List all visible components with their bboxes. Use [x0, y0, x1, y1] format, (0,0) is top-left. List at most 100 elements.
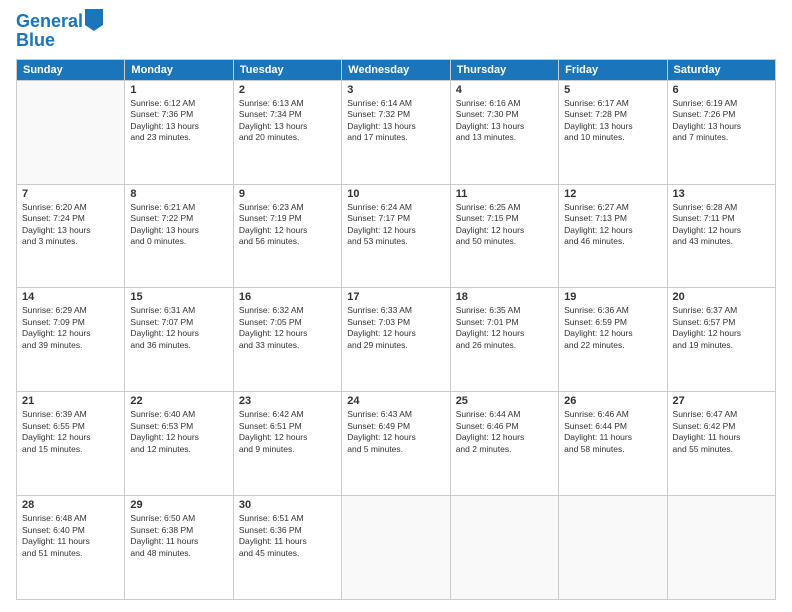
calendar-week-row: 28Sunrise: 6:48 AM Sunset: 6:40 PM Dayli…	[17, 496, 776, 600]
calendar-week-row: 1 Sunrise: 6:12 AM Sunset: 7:36 PM Daylig…	[17, 80, 776, 184]
calendar-cell: 14 Sunrise: 6:29 AM Sunset: 7:09 PM Dayli…	[17, 288, 125, 392]
calendar-cell: 11 Sunrise: 6:25 AM Sunset: 7:15 PM Dayli…	[450, 184, 558, 288]
day-number: 29	[130, 499, 227, 511]
weekday-header: Thursday	[450, 59, 558, 80]
logo-icon	[85, 9, 103, 31]
calendar-cell: 30Sunrise: 6:51 AM Sunset: 6:36 PM Dayli…	[233, 496, 341, 600]
calendar-cell: 1 Sunrise: 6:12 AM Sunset: 7:36 PM Daylig…	[125, 80, 233, 184]
cell-content: Sunrise: 6:32 AM Sunset: 7:05 PM Dayligh…	[239, 305, 336, 351]
calendar-cell: 22 Sunrise: 6:40 AM Sunset: 6:53 PM Dayli…	[125, 392, 233, 496]
cell-content: Sunrise: 6:39 AM Sunset: 6:55 PM Dayligh…	[22, 409, 119, 455]
cell-content: Sunrise: 6:16 AM Sunset: 7:30 PM Dayligh…	[456, 98, 553, 144]
cell-content: Sunrise: 6:13 AM Sunset: 7:34 PM Dayligh…	[239, 98, 336, 144]
calendar-cell: 4 Sunrise: 6:16 AM Sunset: 7:30 PM Daylig…	[450, 80, 558, 184]
cell-content: Sunrise: 6:44 AM Sunset: 6:46 PM Dayligh…	[456, 409, 553, 455]
weekday-header: Tuesday	[233, 59, 341, 80]
day-number: 13	[673, 188, 770, 200]
day-number: 5	[564, 84, 661, 96]
cell-content: Sunrise: 6:28 AM Sunset: 7:11 PM Dayligh…	[673, 202, 770, 248]
calendar-cell	[342, 496, 450, 600]
cell-content: Sunrise: 6:24 AM Sunset: 7:17 PM Dayligh…	[347, 202, 444, 248]
cell-content: Sunrise: 6:42 AM Sunset: 6:51 PM Dayligh…	[239, 409, 336, 455]
day-number: 1	[130, 84, 227, 96]
calendar-cell	[559, 496, 667, 600]
calendar-week-row: 14 Sunrise: 6:29 AM Sunset: 7:09 PM Dayli…	[17, 288, 776, 392]
day-number: 12	[564, 188, 661, 200]
day-number: 8	[130, 188, 227, 200]
calendar-cell: 26 Sunrise: 6:46 AM Sunset: 6:44 PM Dayli…	[559, 392, 667, 496]
day-number: 23	[239, 395, 336, 407]
day-number: 17	[347, 291, 444, 303]
header: General Blue	[16, 12, 776, 51]
logo-blue: Blue	[16, 30, 103, 51]
calendar-cell: 21 Sunrise: 6:39 AM Sunset: 6:55 PM Dayli…	[17, 392, 125, 496]
day-number: 25	[456, 395, 553, 407]
cell-content: Sunrise: 6:31 AM Sunset: 7:07 PM Dayligh…	[130, 305, 227, 351]
day-number: 30	[239, 499, 336, 511]
weekday-header: Monday	[125, 59, 233, 80]
calendar-cell: 20Sunrise: 6:37 AM Sunset: 6:57 PM Dayli…	[667, 288, 775, 392]
calendar-cell	[667, 496, 775, 600]
calendar-week-row: 21 Sunrise: 6:39 AM Sunset: 6:55 PM Dayli…	[17, 392, 776, 496]
day-number: 14	[22, 291, 119, 303]
calendar-cell: 19Sunrise: 6:36 AM Sunset: 6:59 PM Dayli…	[559, 288, 667, 392]
cell-content: Sunrise: 6:14 AM Sunset: 7:32 PM Dayligh…	[347, 98, 444, 144]
logo-general: General	[16, 11, 83, 31]
day-number: 9	[239, 188, 336, 200]
day-number: 24	[347, 395, 444, 407]
cell-content: Sunrise: 6:33 AM Sunset: 7:03 PM Dayligh…	[347, 305, 444, 351]
calendar-table: SundayMondayTuesdayWednesdayThursdayFrid…	[16, 59, 776, 600]
page: General Blue SundayMondayTuesdayWednesda…	[0, 0, 792, 612]
cell-content: Sunrise: 6:46 AM Sunset: 6:44 PM Dayligh…	[564, 409, 661, 455]
cell-content: Sunrise: 6:27 AM Sunset: 7:13 PM Dayligh…	[564, 202, 661, 248]
calendar-cell: 3 Sunrise: 6:14 AM Sunset: 7:32 PM Daylig…	[342, 80, 450, 184]
day-number: 21	[22, 395, 119, 407]
day-number: 26	[564, 395, 661, 407]
calendar-cell: 17 Sunrise: 6:33 AM Sunset: 7:03 PM Dayli…	[342, 288, 450, 392]
day-number: 4	[456, 84, 553, 96]
cell-content: Sunrise: 6:21 AM Sunset: 7:22 PM Dayligh…	[130, 202, 227, 248]
calendar-cell: 25 Sunrise: 6:44 AM Sunset: 6:46 PM Dayli…	[450, 392, 558, 496]
calendar-cell: 18 Sunrise: 6:35 AM Sunset: 7:01 PM Dayli…	[450, 288, 558, 392]
cell-content: Sunrise: 6:23 AM Sunset: 7:19 PM Dayligh…	[239, 202, 336, 248]
day-number: 7	[22, 188, 119, 200]
cell-content: Sunrise: 6:35 AM Sunset: 7:01 PM Dayligh…	[456, 305, 553, 351]
day-number: 22	[130, 395, 227, 407]
calendar-cell: 8 Sunrise: 6:21 AM Sunset: 7:22 PM Daylig…	[125, 184, 233, 288]
calendar-cell: 28Sunrise: 6:48 AM Sunset: 6:40 PM Dayli…	[17, 496, 125, 600]
day-number: 11	[456, 188, 553, 200]
day-number: 3	[347, 84, 444, 96]
calendar-cell: 12 Sunrise: 6:27 AM Sunset: 7:13 PM Dayli…	[559, 184, 667, 288]
weekday-header: Sunday	[17, 59, 125, 80]
day-number: 16	[239, 291, 336, 303]
day-number: 18	[456, 291, 553, 303]
calendar-cell: 6Sunrise: 6:19 AM Sunset: 7:26 PM Daylig…	[667, 80, 775, 184]
cell-content: Sunrise: 6:43 AM Sunset: 6:49 PM Dayligh…	[347, 409, 444, 455]
day-number: 27	[673, 395, 770, 407]
cell-content: Sunrise: 6:12 AM Sunset: 7:36 PM Dayligh…	[130, 98, 227, 144]
cell-content: Sunrise: 6:29 AM Sunset: 7:09 PM Dayligh…	[22, 305, 119, 351]
day-number: 2	[239, 84, 336, 96]
calendar-week-row: 7 Sunrise: 6:20 AM Sunset: 7:24 PM Daylig…	[17, 184, 776, 288]
calendar-cell: 7 Sunrise: 6:20 AM Sunset: 7:24 PM Daylig…	[17, 184, 125, 288]
cell-content: Sunrise: 6:25 AM Sunset: 7:15 PM Dayligh…	[456, 202, 553, 248]
day-number: 20	[673, 291, 770, 303]
calendar-cell: 24 Sunrise: 6:43 AM Sunset: 6:49 PM Dayli…	[342, 392, 450, 496]
weekday-header: Wednesday	[342, 59, 450, 80]
day-number: 10	[347, 188, 444, 200]
logo-text: General	[16, 12, 83, 32]
weekday-header: Saturday	[667, 59, 775, 80]
cell-content: Sunrise: 6:47 AM Sunset: 6:42 PM Dayligh…	[673, 409, 770, 455]
weekday-header: Friday	[559, 59, 667, 80]
calendar-cell	[17, 80, 125, 184]
cell-content: Sunrise: 6:20 AM Sunset: 7:24 PM Dayligh…	[22, 202, 119, 248]
calendar-cell	[450, 496, 558, 600]
cell-content: Sunrise: 6:50 AM Sunset: 6:38 PM Dayligh…	[130, 513, 227, 559]
cell-content: Sunrise: 6:36 AM Sunset: 6:59 PM Dayligh…	[564, 305, 661, 351]
calendar-cell: 15Sunrise: 6:31 AM Sunset: 7:07 PM Dayli…	[125, 288, 233, 392]
cell-content: Sunrise: 6:40 AM Sunset: 6:53 PM Dayligh…	[130, 409, 227, 455]
calendar-cell: 13 Sunrise: 6:28 AM Sunset: 7:11 PM Dayli…	[667, 184, 775, 288]
calendar-cell: 9 Sunrise: 6:23 AM Sunset: 7:19 PM Daylig…	[233, 184, 341, 288]
cell-content: Sunrise: 6:19 AM Sunset: 7:26 PM Dayligh…	[673, 98, 770, 144]
calendar-cell: 2 Sunrise: 6:13 AM Sunset: 7:34 PM Daylig…	[233, 80, 341, 184]
